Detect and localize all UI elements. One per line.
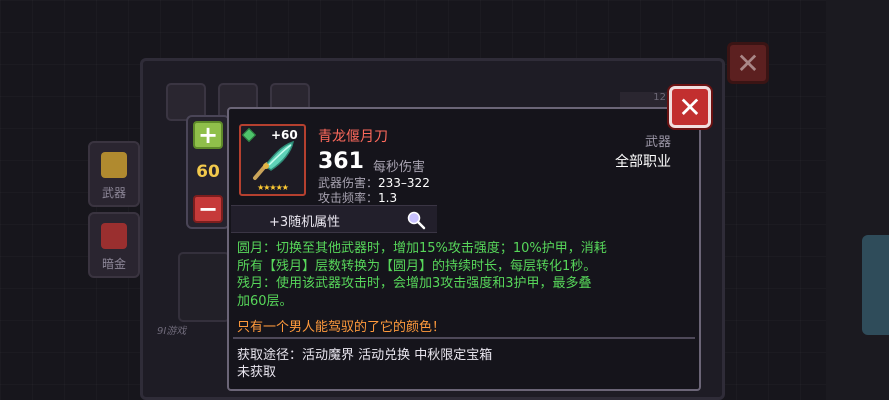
close-button[interactable]: ✕ (669, 86, 711, 128)
damage-value: 233–322 (378, 176, 430, 190)
increase-button[interactable]: + (193, 121, 223, 149)
description-line: 所有【残月】层数转换为【圆月】的持续时长，每层转化1秒。 (237, 258, 597, 274)
side-item-label: 武器 (101, 186, 126, 200)
affix-label: +3随机属性 (269, 215, 341, 230)
damage-label: 武器伤害： (318, 176, 379, 190)
weapon-description: 圆月：切换至其他武器时，增加15%攻击强度；10%护甲，消耗 所有【残月】层数转… (237, 240, 695, 310)
attack-rate-label: 攻击频率： (318, 191, 379, 205)
magnify-icon[interactable] (406, 210, 426, 230)
acquire-status: 未获取 (237, 365, 277, 380)
weapon-category-icon (101, 152, 127, 178)
flavor-text: 只有一个男人能驾驭的了它的颜色！ (237, 320, 446, 335)
item-detail-card: +60 ★★★★★ 青龙偃月刀 361 每秒伤害 武器伤害：233–322 攻击… (227, 107, 701, 391)
inventory-counter: 12 (620, 92, 670, 108)
dark-gold-category-icon (101, 223, 127, 249)
affix-row[interactable]: +3随机属性 (231, 205, 437, 233)
inventory-item-slot[interactable] (178, 252, 230, 322)
background-right-accent (862, 235, 889, 335)
divider (233, 337, 695, 339)
inventory-close-button[interactable]: ✕ (727, 42, 769, 84)
decrease-button[interactable]: − (193, 195, 223, 223)
attack-rate-stat: 攻击频率：1.3 (318, 189, 397, 206)
side-item-dark-gold[interactable]: 暗金 (88, 212, 140, 278)
description-line: 圆月：切换至其他武器时，增加15%攻击强度；10%护甲，消耗 (237, 241, 607, 256)
weapon-name: 青龙偃月刀 (318, 129, 388, 145)
item-type: 武器 (644, 135, 671, 150)
item-class: 全部职业 (615, 154, 671, 170)
glaive-icon (253, 140, 294, 180)
watermark: 9I游戏 (157, 326, 187, 337)
dps-label: 每秒伤害 (373, 160, 426, 175)
side-item-label: 暗金 (101, 257, 126, 271)
description-line: 残月：使用该武器攻击时，会增加3攻击强度和3护甲，最多叠 (237, 276, 592, 291)
quantity-stepper: + 60 − (186, 115, 230, 229)
background-right-panel (826, 0, 889, 400)
description-line: 加60层。 (237, 293, 293, 309)
side-item-weapon[interactable]: 武器 (88, 141, 140, 207)
attack-rate-value: 1.3 (378, 191, 398, 205)
weapon-icon-frame: +60 ★★★★★ (239, 124, 306, 196)
rarity-stars: ★★★★★ (257, 183, 289, 192)
dps-value: 361 (318, 149, 364, 174)
quantity-value: 60 (196, 162, 220, 182)
